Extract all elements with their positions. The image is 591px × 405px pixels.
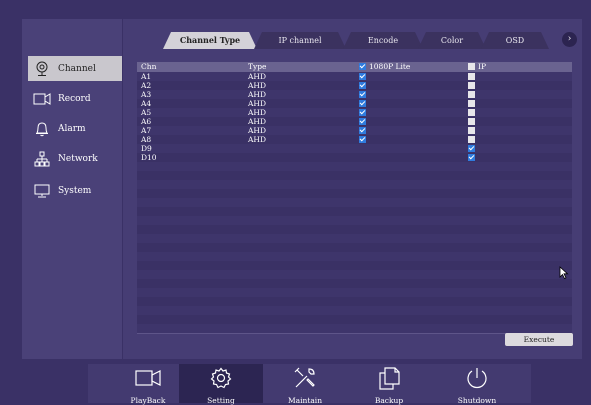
video-camera-icon (32, 90, 52, 108)
sidebar-item-network[interactable]: Network (28, 146, 122, 171)
tools-icon (263, 364, 347, 392)
cell-type: AHD (248, 126, 266, 135)
header-1080p-lite[interactable]: 1080P Lite (359, 62, 410, 72)
select-all-lite-checkbox[interactable] (359, 63, 366, 70)
bell-icon (32, 120, 52, 138)
ip-checkbox[interactable] (468, 91, 475, 98)
lite-checkbox[interactable] (359, 127, 366, 134)
table-header: Chn Type 1080P Lite IP (137, 62, 572, 72)
cell-chn: A3 (141, 90, 152, 99)
tab-color[interactable]: Color (418, 32, 486, 49)
execute-button[interactable]: Execute (505, 333, 573, 346)
header-chn: Chn (141, 62, 157, 71)
sidebar-item-system[interactable]: System (28, 178, 122, 203)
header-type: Type (248, 62, 267, 71)
playback-button[interactable]: PlayBack (106, 364, 190, 405)
cell-type: AHD (248, 90, 266, 99)
ip-checkbox[interactable] (468, 118, 475, 125)
select-all-ip-checkbox[interactable] (468, 63, 475, 70)
camera-icon (32, 60, 52, 78)
backup-button[interactable]: Backup (347, 364, 431, 405)
ip-checkbox[interactable] (468, 100, 475, 107)
cell-type: AHD (248, 99, 266, 108)
maintain-button[interactable]: Maintain (263, 364, 347, 405)
gear-icon (179, 364, 263, 392)
copy-icon (347, 364, 431, 392)
ip-checkbox[interactable] (468, 154, 475, 161)
sidebar-item-label: Alarm (58, 123, 86, 134)
backup-label: Backup (374, 396, 404, 405)
lite-checkbox[interactable] (359, 82, 366, 89)
cell-type: AHD (248, 72, 266, 81)
cell-chn: D10 (141, 153, 157, 162)
cell-chn: A7 (141, 126, 152, 135)
cell-chn: A4 (141, 99, 152, 108)
sidebar-item-label: Record (58, 93, 91, 104)
lite-checkbox[interactable] (359, 136, 366, 143)
cell-type: AHD (248, 135, 266, 144)
ip-checkbox[interactable] (468, 73, 475, 80)
tab-encode[interactable]: Encode (343, 32, 423, 49)
cell-chn: A6 (141, 117, 152, 126)
monitor-icon (32, 182, 52, 200)
tab-osd[interactable]: OSD (481, 32, 549, 49)
sidebar-item-label: System (58, 185, 92, 196)
lite-checkbox[interactable] (359, 91, 366, 98)
cell-chn: D9 (141, 144, 152, 153)
lite-checkbox[interactable] (359, 118, 366, 125)
cell-type: AHD (248, 117, 266, 126)
sidebar-item-channel[interactable]: Channel (28, 56, 122, 81)
playback-label: PlayBack (130, 396, 166, 405)
sidebar-item-label: Channel (58, 63, 96, 74)
cell-chn: A1 (141, 72, 152, 81)
cell-chn: A2 (141, 81, 152, 90)
header-ip[interactable]: IP (468, 62, 486, 72)
cell-chn: A8 (141, 135, 152, 144)
cell-chn: A5 (141, 108, 152, 117)
shutdown-label: Shutdown (457, 396, 497, 405)
maintain-label: Maintain (287, 396, 323, 405)
network-icon (32, 150, 52, 168)
video-camera-icon (106, 364, 190, 392)
sidebar-item-record[interactable]: Record (28, 86, 122, 111)
ip-checkbox[interactable] (468, 127, 475, 134)
lite-checkbox[interactable] (359, 109, 366, 116)
tab-ip-channel[interactable]: IP channel (254, 32, 346, 49)
setting-button[interactable]: Setting (179, 364, 263, 405)
ip-checkbox[interactable] (468, 145, 475, 152)
ip-checkbox[interactable] (468, 136, 475, 143)
tab-scroll-right-icon[interactable]: › (562, 32, 577, 47)
sidebar: Channel Record Alarm Network System (22, 19, 122, 359)
sidebar-item-label: Network (58, 153, 98, 164)
sidebar-item-alarm[interactable]: Alarm (28, 116, 122, 141)
ip-checkbox[interactable] (468, 82, 475, 89)
lite-checkbox[interactable] (359, 73, 366, 80)
ip-checkbox[interactable] (468, 109, 475, 116)
shutdown-button[interactable]: Shutdown (435, 364, 519, 405)
cell-type: AHD (248, 81, 266, 90)
cell-type: AHD (248, 108, 266, 117)
power-icon (435, 364, 519, 392)
tab-channel-type[interactable]: Channel Type (163, 32, 257, 49)
lite-checkbox[interactable] (359, 100, 366, 107)
mouse-cursor-icon (559, 266, 569, 279)
setting-label: Setting (207, 396, 235, 405)
